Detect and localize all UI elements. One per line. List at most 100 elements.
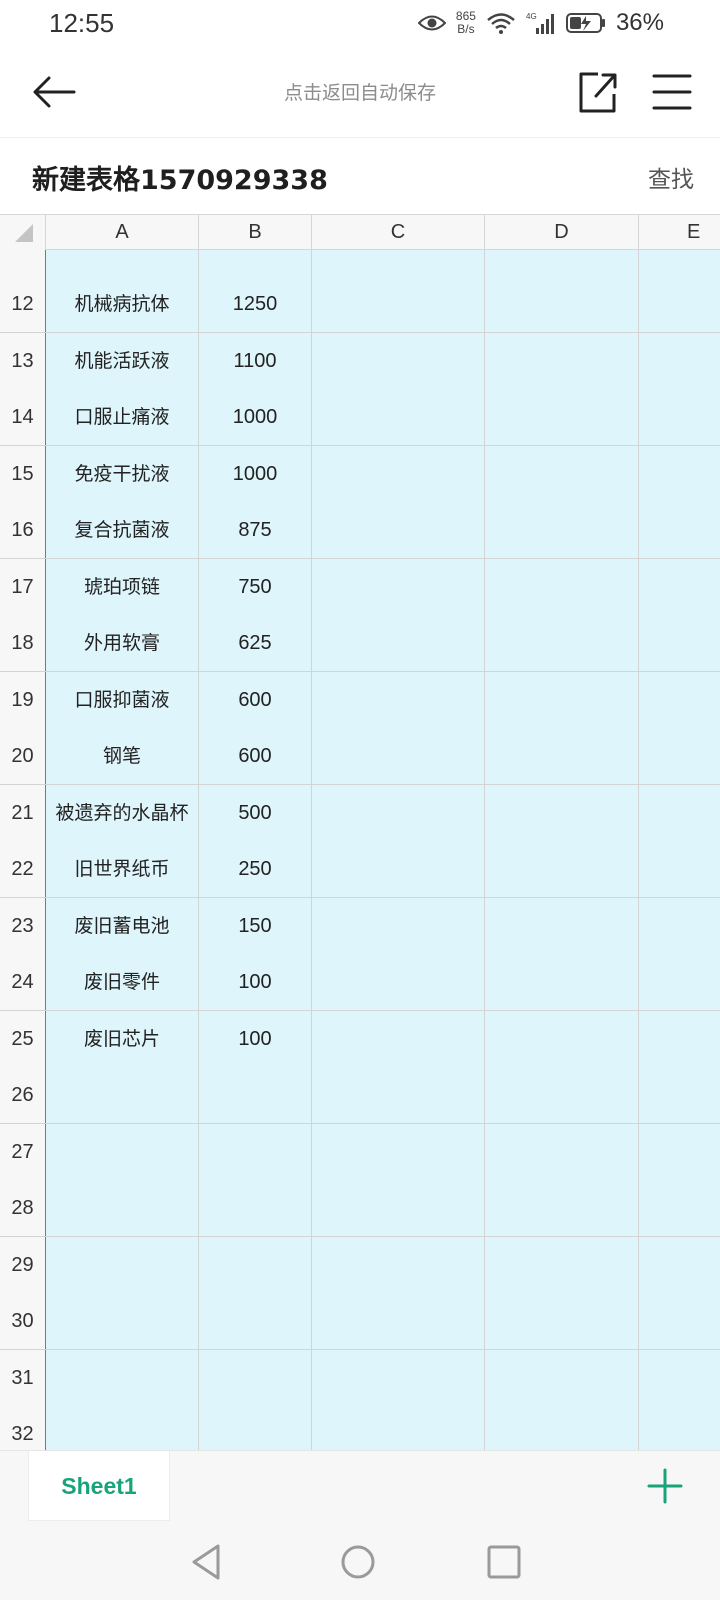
cell-a[interactable] [46, 1067, 199, 1123]
cell[interactable] [485, 671, 639, 728]
cell[interactable] [485, 389, 639, 445]
cell[interactable] [312, 1010, 485, 1067]
column-header-a[interactable]: A [46, 215, 199, 250]
cell[interactable] [485, 954, 639, 1010]
cell-a[interactable]: 免疫干扰液 [46, 445, 199, 502]
row-header[interactable]: 24 [0, 954, 46, 1010]
cell-a[interactable] [46, 1236, 199, 1293]
row-header[interactable]: 30 [0, 1293, 46, 1349]
cell-b[interactable]: 100 [199, 954, 312, 1010]
cell-b[interactable] [199, 1236, 312, 1293]
cell[interactable] [485, 332, 639, 389]
cell-b[interactable]: 875 [199, 502, 312, 558]
row-header[interactable]: 15 [0, 445, 46, 502]
row-header[interactable]: 31 [0, 1349, 46, 1406]
cell-a[interactable]: 口服抑菌液 [46, 671, 199, 728]
cell[interactable] [639, 445, 720, 502]
cell[interactable] [312, 1406, 485, 1450]
cell-a[interactable]: 琥珀项链 [46, 558, 199, 615]
row-header[interactable]: 29 [0, 1236, 46, 1293]
column-header-e[interactable]: E [639, 215, 720, 250]
cell-b[interactable]: 1100 [199, 332, 312, 389]
cell[interactable] [485, 841, 639, 897]
cell[interactable] [312, 897, 485, 954]
row-header[interactable]: 22 [0, 841, 46, 897]
cell-a[interactable]: 废旧芯片 [46, 1010, 199, 1067]
spreadsheet-grid[interactable]: A B C D E 12 机械病抗体 1250 13 机能活跃液 1100 14 口服止痛液 1… [0, 214, 720, 1450]
cell[interactable] [485, 615, 639, 671]
document-title[interactable]: 新建表格1570929338 [32, 158, 328, 197]
row-header[interactable]: 27 [0, 1123, 46, 1180]
cell[interactable] [312, 502, 485, 558]
cell-a[interactable]: 废旧零件 [46, 954, 199, 1010]
cell[interactable] [639, 784, 720, 841]
cell[interactable] [639, 897, 720, 954]
cell[interactable] [639, 1123, 720, 1180]
row-header[interactable]: 26 [0, 1067, 46, 1123]
cell[interactable] [485, 1123, 639, 1180]
cell[interactable] [485, 1067, 639, 1123]
cell[interactable] [312, 389, 485, 445]
row-header[interactable]: 12 [0, 276, 46, 332]
row-header[interactable]: 16 [0, 502, 46, 558]
cell[interactable] [312, 445, 485, 502]
cell-b[interactable]: 500 [199, 784, 312, 841]
cell-a[interactable]: 钢笔 [46, 728, 199, 784]
cell-a[interactable]: 口服止痛液 [46, 389, 199, 445]
cell[interactable] [639, 1180, 720, 1236]
cell[interactable] [312, 276, 485, 332]
row-header[interactable]: 32 [0, 1406, 46, 1450]
cell[interactable] [485, 897, 639, 954]
row-header[interactable]: 25 [0, 1010, 46, 1067]
cell[interactable] [485, 502, 639, 558]
cell-a[interactable] [46, 1293, 199, 1349]
cell[interactable] [485, 1293, 639, 1349]
cell-a[interactable]: 机械病抗体 [46, 276, 199, 332]
cell[interactable] [485, 558, 639, 615]
cell[interactable] [639, 1406, 720, 1450]
add-sheet-button[interactable] [646, 1467, 684, 1505]
cell[interactable] [312, 954, 485, 1010]
row-header[interactable]: 18 [0, 615, 46, 671]
cell[interactable] [312, 1123, 485, 1180]
cell-b[interactable] [199, 1349, 312, 1406]
cell[interactable] [312, 784, 485, 841]
cell-a[interactable]: 机能活跃液 [46, 332, 199, 389]
cell[interactable] [485, 784, 639, 841]
row-header[interactable]: 19 [0, 671, 46, 728]
nav-recents-button[interactable] [482, 1540, 526, 1584]
row-header[interactable]: 28 [0, 1180, 46, 1236]
share-button[interactable] [576, 66, 620, 116]
cell[interactable] [639, 332, 720, 389]
cell-b[interactable]: 150 [199, 897, 312, 954]
cell[interactable] [639, 1236, 720, 1293]
cell-a[interactable] [46, 1123, 199, 1180]
cell[interactable] [639, 1067, 720, 1123]
cell[interactable] [639, 389, 720, 445]
cell-a[interactable]: 复合抗菌液 [46, 502, 199, 558]
cell[interactable] [312, 615, 485, 671]
cell-b[interactable]: 1000 [199, 445, 312, 502]
cell[interactable] [639, 954, 720, 1010]
column-header-d[interactable]: D [485, 215, 639, 250]
cell[interactable] [312, 1349, 485, 1406]
select-all-corner[interactable] [0, 215, 46, 250]
cell[interactable] [485, 1236, 639, 1293]
row-header[interactable]: 23 [0, 897, 46, 954]
cell-b[interactable]: 1000 [199, 389, 312, 445]
cell-a[interactable] [46, 1406, 199, 1450]
cell[interactable] [312, 1236, 485, 1293]
cell[interactable] [312, 1293, 485, 1349]
cell[interactable] [312, 1067, 485, 1123]
row-header[interactable]: 21 [0, 784, 46, 841]
cell[interactable] [312, 728, 485, 784]
nav-back-button[interactable] [184, 1540, 228, 1584]
cell-b[interactable]: 250 [199, 841, 312, 897]
cell[interactable] [485, 445, 639, 502]
cell-b[interactable] [199, 1180, 312, 1236]
cell-a[interactable]: 被遗弃的水晶杯 [46, 784, 199, 841]
cell[interactable] [639, 276, 720, 332]
cell[interactable] [485, 1349, 639, 1406]
cell[interactable] [312, 332, 485, 389]
cell-b[interactable] [199, 1406, 312, 1450]
